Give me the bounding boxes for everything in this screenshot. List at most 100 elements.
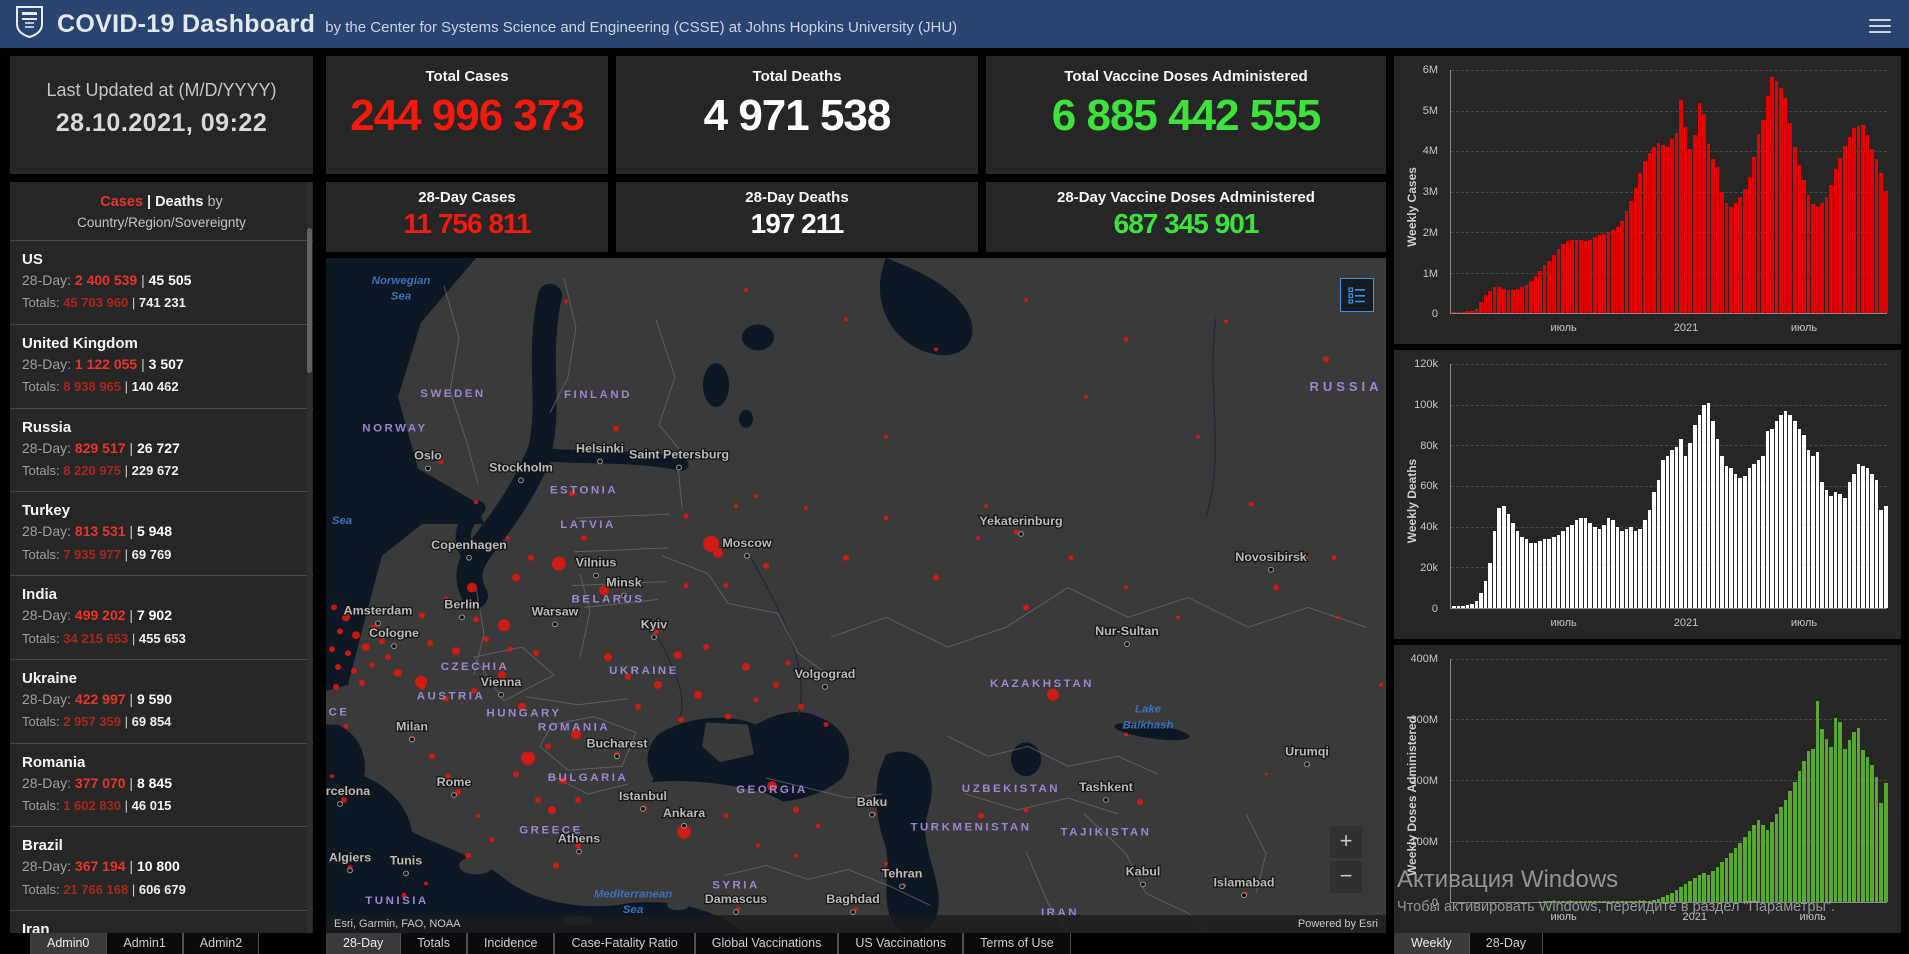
tab-us-vaccinations[interactable]: US Vaccinations — [838, 933, 964, 954]
country-row-us[interactable]: US 28-Day: 2 400 539 | 45 505 Totals: 45 7… — [10, 240, 313, 324]
covid-dot[interactable] — [1196, 434, 1200, 439]
covid-dot[interactable] — [581, 534, 587, 541]
covid-dot[interactable] — [723, 813, 729, 819]
covid-dot[interactable] — [415, 675, 427, 688]
covid-dot[interactable] — [528, 554, 534, 561]
covid-dot[interactable] — [345, 650, 351, 657]
covid-dot[interactable] — [1023, 604, 1029, 611]
zoom-out-button[interactable]: − — [1330, 861, 1362, 893]
hamburger-menu-icon[interactable] — [1869, 15, 1891, 37]
covid-dot[interactable] — [1123, 336, 1129, 342]
covid-dot[interactable] — [394, 668, 402, 677]
tab-admin1[interactable]: Admin1 — [106, 933, 183, 954]
covid-dot[interactable] — [984, 504, 988, 509]
covid-dot[interactable] — [512, 573, 520, 582]
covid-dot[interactable] — [1124, 732, 1128, 737]
tab-terms-of-use[interactable]: Terms of Use — [963, 933, 1071, 954]
country-row-india[interactable]: India 28-Day: 499 202 | 7 902 Totals: 34 2… — [10, 575, 313, 659]
tab-weekly[interactable]: Weekly — [1394, 933, 1469, 954]
covid-dot[interactable] — [1137, 798, 1143, 805]
covid-dot[interactable] — [1084, 394, 1088, 399]
covid-dot[interactable] — [1124, 585, 1128, 590]
covid-dot[interactable] — [976, 535, 980, 540]
country-row-united-kingdom[interactable]: United Kingdom 28-Day: 1 122 055 | 3 507 T… — [10, 323, 313, 408]
covid-dot[interactable] — [756, 843, 760, 848]
covid-dot[interactable] — [734, 504, 738, 509]
tab-global-vaccinations[interactable]: Global Vaccinations — [694, 933, 839, 954]
covid-dot[interactable] — [978, 812, 984, 819]
covid-dot[interactable] — [823, 722, 829, 728]
covid-dot[interactable] — [1224, 319, 1228, 324]
covid-dot[interactable] — [427, 640, 433, 647]
covid-dot[interactable] — [1024, 297, 1028, 302]
powered-by-esri[interactable]: Powered by Esri — [1298, 918, 1378, 930]
covid-dot[interactable] — [331, 604, 337, 611]
covid-dot[interactable] — [723, 583, 729, 589]
covid-dot[interactable] — [1013, 529, 1019, 535]
country-row-iran[interactable]: Iran28-Day: 317 765 | 5 631Totals: 5 888… — [10, 910, 313, 933]
covid-dot[interactable] — [474, 500, 478, 505]
covid-dot[interactable] — [552, 556, 566, 571]
tab-28-day[interactable]: 28-Day — [326, 933, 401, 954]
covid-dot[interactable] — [804, 506, 808, 511]
tab-case-fatality-ratio[interactable]: Case-Fatality Ratio — [554, 933, 695, 954]
tab-admin2[interactable]: Admin2 — [182, 933, 260, 954]
covid-dot[interactable] — [754, 494, 758, 499]
country-row-brazil[interactable]: Brazil 28-Day: 367 194 | 10 800 Totals: 21… — [10, 826, 313, 910]
country-row-ukraine[interactable]: Ukraine 28-Day: 422 997 | 9 590 Totals: 2 … — [10, 658, 313, 743]
covid-dot[interactable] — [753, 697, 759, 703]
country-row-russia[interactable]: Russia 28-Day: 829 517 | 26 727 Totals: 8 … — [10, 407, 313, 492]
covid-dot[interactable] — [793, 806, 799, 813]
covid-dot[interactable] — [369, 662, 375, 668]
covid-dot[interactable] — [794, 853, 798, 858]
covid-dot[interactable] — [1336, 615, 1340, 620]
covid-dot[interactable] — [1068, 555, 1074, 561]
covid-dot[interactable] — [933, 574, 939, 581]
covid-dot[interactable] — [613, 425, 619, 432]
covid-dot[interactable] — [575, 797, 581, 803]
covid-dot[interactable] — [521, 751, 535, 766]
covid-dot[interactable] — [844, 317, 848, 322]
covid-dot[interactable] — [553, 862, 559, 869]
zoom-in-button[interactable]: + — [1330, 826, 1362, 858]
legend-button[interactable] — [1340, 278, 1374, 312]
covid-dot[interactable] — [385, 654, 391, 661]
covid-dot[interactable] — [548, 805, 556, 814]
covid-dot[interactable] — [507, 646, 513, 652]
covid-dot[interactable] — [884, 434, 888, 439]
covid-dot[interactable] — [744, 287, 748, 292]
covid-dot[interactable] — [333, 683, 339, 690]
covid-dot[interactable] — [498, 619, 510, 632]
covid-dot[interactable] — [330, 774, 334, 779]
covid-dot[interactable] — [674, 651, 682, 660]
covid-dot[interactable] — [654, 680, 662, 689]
covid-dot[interactable] — [533, 650, 539, 657]
tab-28-day[interactable]: 28-Day — [1468, 933, 1544, 954]
covid-dot[interactable] — [604, 653, 612, 662]
covid-dot[interactable] — [1264, 772, 1268, 776]
covid-dot[interactable] — [683, 513, 689, 519]
covid-dot[interactable] — [678, 716, 684, 723]
tab-totals[interactable]: Totals — [400, 933, 467, 954]
covid-dot[interactable] — [725, 713, 731, 720]
deaths-toggle[interactable]: Deaths — [155, 194, 203, 210]
covid-dot[interactable] — [1379, 682, 1383, 687]
covid-dot[interactable] — [564, 299, 568, 304]
covid-dot[interactable] — [352, 631, 360, 640]
covid-dot[interactable] — [1273, 584, 1279, 591]
covid-dot[interactable] — [785, 660, 791, 666]
covid-dot[interactable] — [1176, 615, 1180, 620]
covid-dot[interactable] — [815, 823, 821, 829]
covid-dot[interactable] — [483, 636, 489, 643]
covid-dot[interactable] — [476, 813, 480, 818]
covid-dot[interactable] — [1047, 688, 1059, 701]
covid-dot[interactable] — [843, 554, 849, 561]
country-row-turkey[interactable]: Turkey 28-Day: 813 531 | 5 948 Totals: 7 9… — [10, 491, 313, 575]
covid-dot[interactable] — [473, 616, 479, 623]
covid-dot[interactable] — [424, 881, 428, 886]
covid-dot[interactable] — [1323, 356, 1329, 363]
country-row-romania[interactable]: Romania 28-Day: 377 070 | 8 845 Totals: 1 … — [10, 742, 313, 827]
covid-dot[interactable] — [884, 861, 888, 866]
covid-dot[interactable] — [489, 837, 495, 843]
covid-dot[interactable] — [773, 681, 779, 688]
